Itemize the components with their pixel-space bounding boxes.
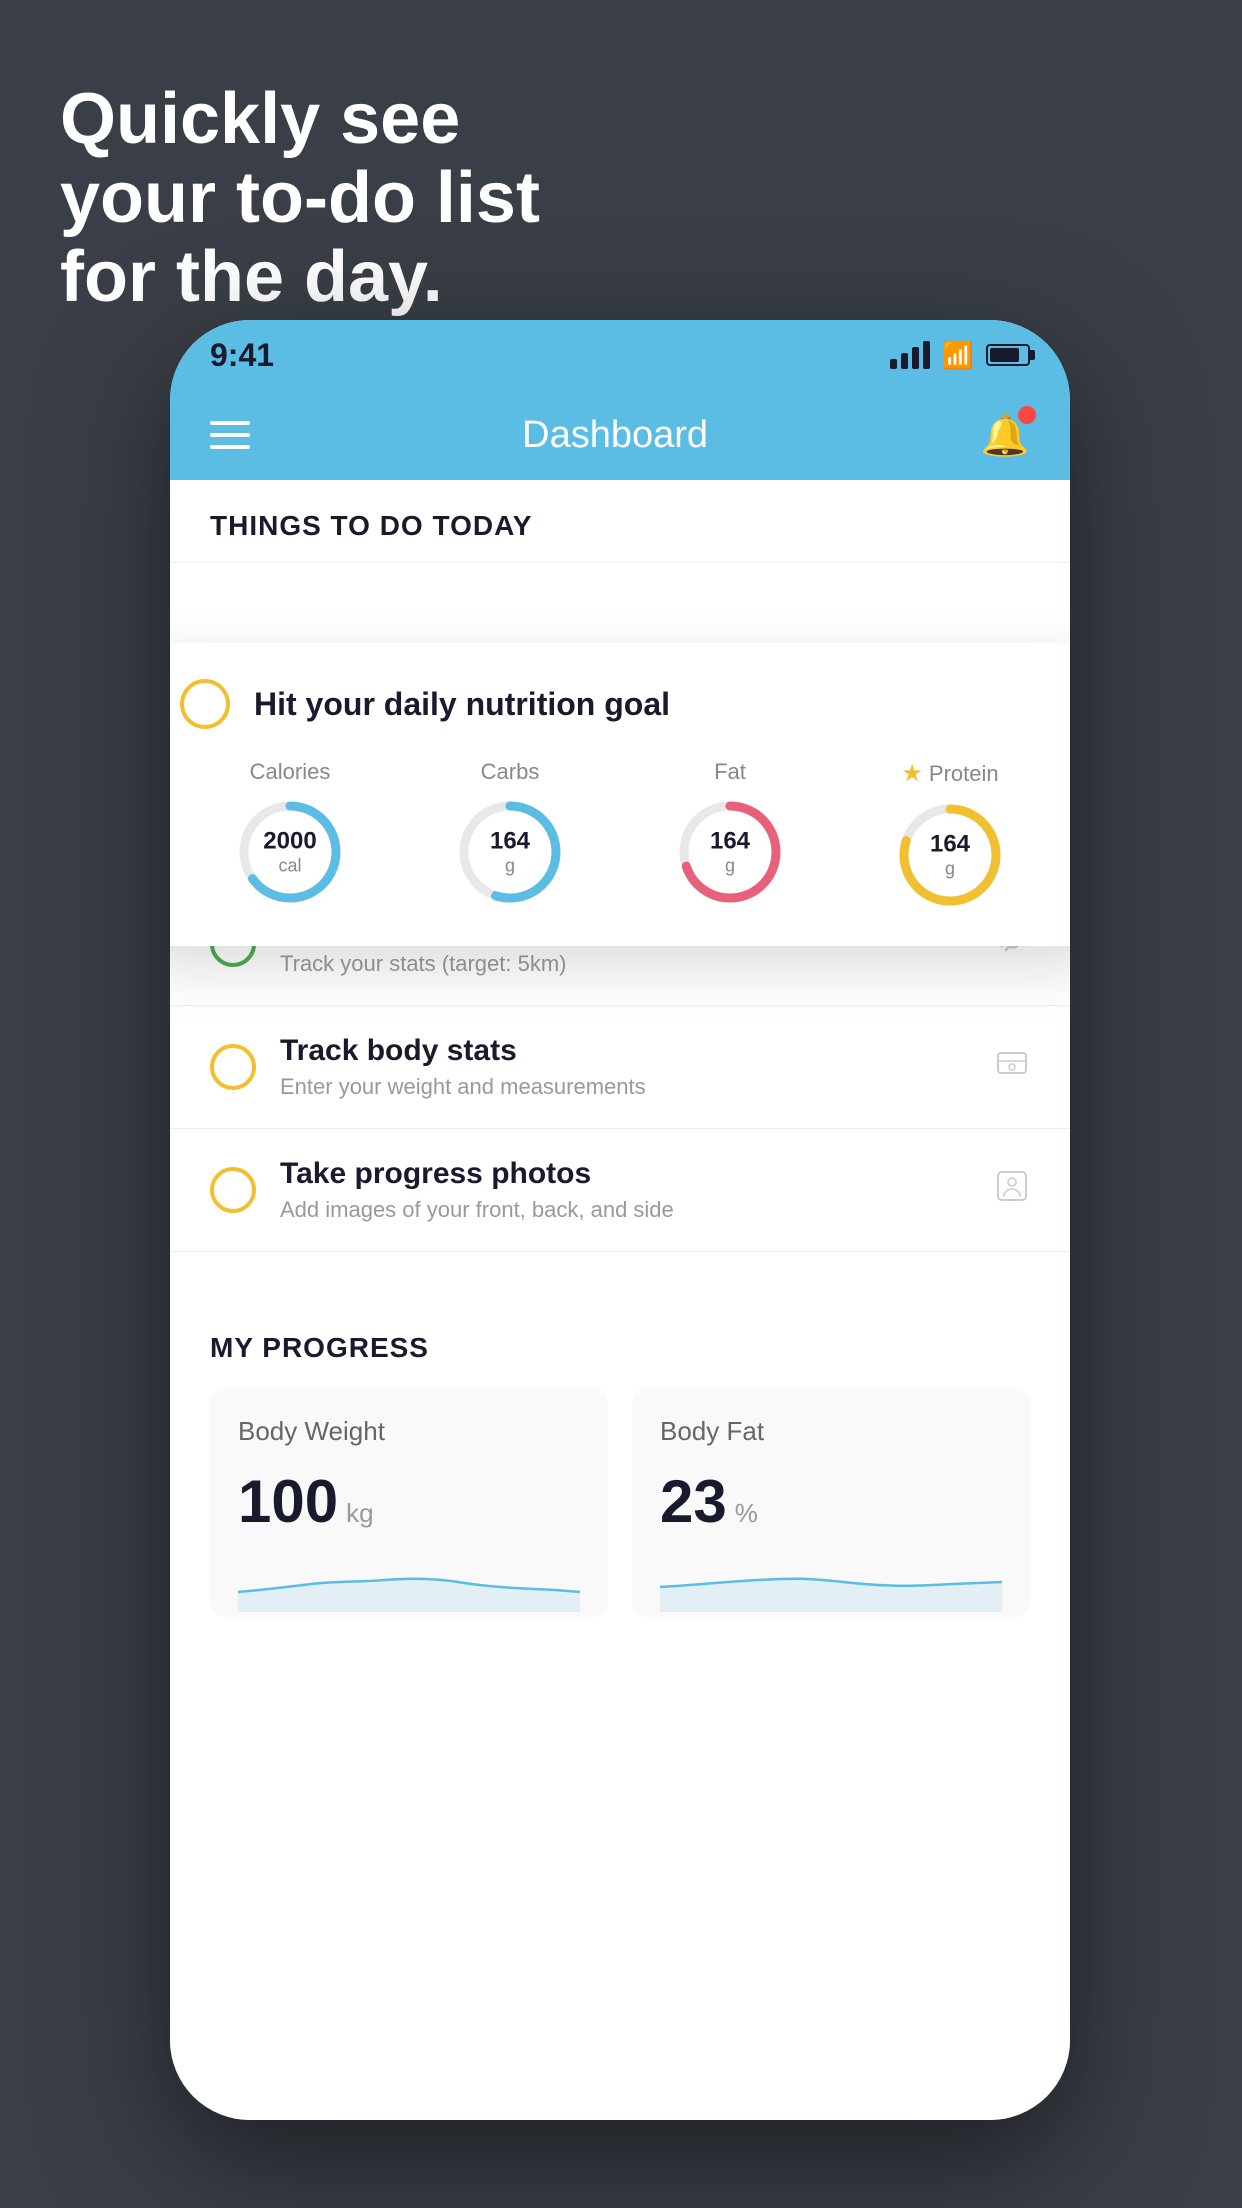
body-fat-value: 23 <box>660 1467 727 1536</box>
battery-icon <box>986 344 1030 366</box>
protein-ring: 164 g <box>895 800 1005 910</box>
calories-item: Calories 2000 cal <box>235 759 345 907</box>
body-fat-title: Body Fat <box>660 1416 1002 1447</box>
carbs-value: 164 <box>490 828 530 856</box>
person-icon <box>994 1168 1030 1213</box>
calories-ring: 2000 cal <box>235 797 345 907</box>
nutrition-card: Hit your daily nutrition goal Calories <box>170 643 1070 946</box>
scale-icon <box>994 1045 1030 1090</box>
fat-label: Fat <box>714 759 746 785</box>
progress-title: MY PROGRESS <box>210 1332 1030 1364</box>
status-bar: 9:41 📶 <box>170 320 1070 390</box>
fat-ring: 164 g <box>675 797 785 907</box>
photos-info: Take progress photos Add images of your … <box>280 1157 970 1223</box>
fat-item: Fat 164 g <box>675 759 785 907</box>
body-weight-chart <box>238 1552 580 1612</box>
status-time: 9:41 <box>210 337 274 374</box>
notification-button[interactable]: 🔔 <box>980 412 1030 459</box>
menu-button[interactable] <box>210 421 250 449</box>
carbs-label: Carbs <box>481 759 540 785</box>
body-fat-card: Body Fat 23 % <box>632 1388 1030 1617</box>
app-header: Dashboard 🔔 <box>170 390 1070 480</box>
carbs-unit: g <box>490 856 530 877</box>
calories-label: Calories <box>250 759 331 785</box>
nutrition-card-title: Hit your daily nutrition goal <box>254 686 670 723</box>
carbs-ring: 164 g <box>455 797 565 907</box>
protein-value: 164 <box>930 831 970 859</box>
body-weight-unit: kg <box>346 1498 373 1529</box>
star-icon: ★ <box>901 759 923 788</box>
progress-cards: Body Weight 100 kg Body Fat 23 % <box>210 1388 1030 1617</box>
phone-frame: 9:41 📶 Dashboard 🔔 THI <box>170 320 1070 2120</box>
header-title: Dashboard <box>522 414 708 457</box>
running-desc: Track your stats (target: 5km) <box>280 951 970 977</box>
body-fat-unit: % <box>735 1498 758 1529</box>
protein-label: Protein <box>929 761 999 787</box>
body-weight-value: 100 <box>238 1467 338 1536</box>
progress-section: MY PROGRESS Body Weight 100 kg B <box>170 1292 1070 1637</box>
photos-name: Take progress photos <box>280 1157 970 1191</box>
things-to-do-header: THINGS TO DO TODAY <box>170 480 1070 563</box>
protein-item: ★ Protein 164 g <box>895 759 1005 910</box>
calories-value: 2000 <box>263 828 316 856</box>
nutrition-card-header: Hit your daily nutrition goal <box>180 679 1060 729</box>
phone-content: THINGS TO DO TODAY Hit your daily nutrit… <box>170 480 1070 2120</box>
bodystats-name: Track body stats <box>280 1034 970 1068</box>
hero-text: Quickly see your to-do list for the day. <box>60 80 540 318</box>
bodystats-info: Track body stats Enter your weight and m… <box>280 1034 970 1100</box>
calories-unit: cal <box>263 856 316 877</box>
body-fat-value-row: 23 % <box>660 1467 1002 1536</box>
photos-checkbox[interactable] <box>210 1167 256 1213</box>
fat-value: 164 <box>710 828 750 856</box>
bodystats-desc: Enter your weight and measurements <box>280 1074 970 1100</box>
signal-icon <box>890 341 930 369</box>
status-icons: 📶 <box>890 340 1030 371</box>
carbs-item: Carbs 164 g <box>455 759 565 907</box>
body-fat-chart <box>660 1552 1002 1612</box>
photos-desc: Add images of your front, back, and side <box>280 1197 970 1223</box>
task-body-stats[interactable]: Track body stats Enter your weight and m… <box>170 1006 1070 1129</box>
body-weight-card: Body Weight 100 kg <box>210 1388 608 1617</box>
fat-unit: g <box>710 856 750 877</box>
nutrition-circles: Calories 2000 cal <box>180 759 1060 910</box>
protein-unit: g <box>930 859 970 880</box>
wifi-icon: 📶 <box>942 340 974 371</box>
task-progress-photos[interactable]: Take progress photos Add images of your … <box>170 1129 1070 1252</box>
bodystats-checkbox[interactable] <box>210 1044 256 1090</box>
nutrition-checkbox[interactable] <box>180 679 230 729</box>
notification-badge <box>1018 406 1036 424</box>
body-weight-value-row: 100 kg <box>238 1467 580 1536</box>
body-weight-title: Body Weight <box>238 1416 580 1447</box>
